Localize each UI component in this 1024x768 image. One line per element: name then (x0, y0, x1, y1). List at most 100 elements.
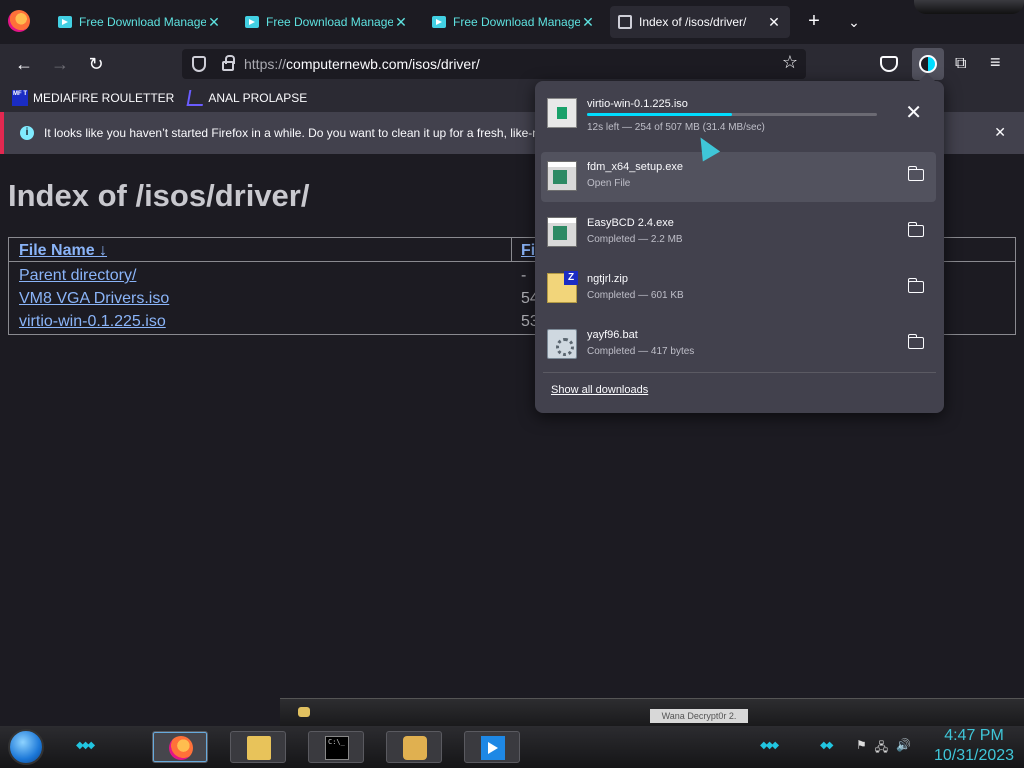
taskbar-cmd-button[interactable]: C:\_ (308, 731, 364, 763)
bookmark-star-icon[interactable]: ☆ (782, 52, 798, 73)
download-status: Open File (587, 178, 631, 189)
taskbar-app-button[interactable] (386, 731, 442, 763)
file-link[interactable]: virtio-win-0.1.225.iso (19, 313, 166, 331)
decor-chevron-icon: ◆◆◆ (760, 740, 779, 751)
download-item[interactable]: EasyBCD 2.4.exe Completed — 2.2 MB (541, 208, 936, 258)
download-status: Completed — 601 KB (587, 290, 684, 301)
fdm-icon (481, 736, 505, 760)
download-item[interactable]: fdm_x64_setup.exe Open File (541, 152, 936, 202)
list-all-tabs-button[interactable]: ⌄ (842, 10, 866, 34)
decor-chevron-icon: ◆◆ (820, 740, 833, 751)
system-tray: ⚑ 🖧 🔊 (856, 738, 911, 759)
tray-hand-icon[interactable] (298, 707, 310, 717)
tab-close-icon[interactable]: ✕ (580, 14, 596, 30)
fdm-favicon-icon (432, 16, 446, 28)
address-bar[interactable]: https://computernewb.com/isos/driver/ ☆ (182, 49, 806, 79)
firefox-logo-icon[interactable] (8, 10, 30, 32)
download-status: Completed — 417 bytes (587, 346, 695, 357)
iso-file-icon (547, 98, 577, 128)
download-file-name: yayf96.bat (587, 329, 638, 341)
action-center-flag-icon[interactable]: ⚑ (856, 738, 867, 759)
back-button[interactable]: ← (10, 50, 38, 78)
url-host-path: computernewb.com/isos/driver/ (286, 56, 480, 72)
download-item[interactable]: ngtjrl.zip Completed — 601 KB (541, 264, 936, 314)
taskbar: ◆◆◆ C:\_ ◆◆◆ ◆◆ ⚑ 🖧 🔊 4:47 PM 10/31/2023 (0, 726, 1024, 768)
taskbar-upper-strip: Wana Decrypt0r 2. (280, 698, 1024, 726)
bookmark-favicon-icon (186, 90, 206, 106)
network-icon[interactable]: 🖧 (875, 738, 888, 759)
notification-text: It looks like you haven’t started Firefo… (44, 126, 539, 140)
bat-file-icon (547, 329, 577, 359)
show-in-folder-icon[interactable] (907, 334, 924, 349)
navigation-toolbar: ← → ↻ https://computernewb.com/isos/driv… (0, 44, 1024, 84)
file-size: - (521, 267, 527, 284)
fdm-favicon-icon (245, 16, 259, 28)
tab-title: Index of /isos/driver/ (639, 15, 747, 29)
show-in-folder-icon[interactable] (907, 166, 924, 181)
tab-title: Free Download Manager (79, 15, 206, 29)
exe-file-icon (547, 161, 577, 191)
url-scheme: https:// (244, 56, 287, 72)
taskbar-tooltip: Wana Decrypt0r 2. (650, 709, 748, 723)
show-in-folder-icon[interactable] (907, 222, 924, 237)
sort-by-file-name-link[interactable]: File Name ↓ (19, 242, 107, 260)
tab-title: Free Download Manager (266, 15, 393, 29)
taskbar-fdm-button[interactable] (464, 731, 520, 763)
bookmark-label: MEDIAFIRE ROULETTER (33, 91, 175, 105)
parent-directory-link[interactable]: Parent directory/ (19, 267, 136, 285)
download-item-active[interactable]: virtio-win-0.1.225.iso 12s left — 254 of… (541, 89, 936, 139)
lock-icon[interactable] (222, 55, 235, 71)
tracking-protection-shield-icon[interactable] (192, 56, 206, 72)
pocket-icon[interactable] (880, 56, 898, 72)
extensions-icon[interactable]: ⧉ (955, 55, 973, 73)
system-clock[interactable]: 4:47 PM 10/31/2023 (932, 726, 1016, 766)
window-controls[interactable] (914, 0, 1024, 14)
taskbar-firefox-button[interactable] (152, 731, 208, 763)
fdm-favicon-icon (58, 16, 72, 28)
url-text[interactable]: https://computernewb.com/isos/driver/ (244, 56, 480, 72)
tab-free-download-manager-2[interactable]: Free Download Manager ✕ (237, 6, 417, 38)
start-button[interactable] (8, 729, 44, 765)
volume-icon[interactable]: 🔊 (896, 738, 911, 759)
notification-close-icon[interactable]: ✕ (994, 124, 1006, 141)
new-tab-button[interactable]: + (802, 10, 826, 34)
column-divider (511, 238, 512, 262)
download-status: Completed — 2.2 MB (587, 234, 683, 245)
clock-date: 10/31/2023 (933, 747, 1015, 764)
divider (543, 372, 936, 373)
tab-free-download-manager-1[interactable]: Free Download Manager ✕ (50, 6, 230, 38)
download-progress-icon (919, 55, 937, 73)
tab-close-icon[interactable]: ✕ (766, 14, 782, 30)
tab-free-download-manager-3[interactable]: Free Download Manager ✕ (424, 6, 604, 38)
file-link[interactable]: VM8 VGA Drivers.iso (19, 290, 169, 308)
show-all-downloads-link[interactable]: Show all downloads (551, 384, 648, 396)
taskbar-explorer-button[interactable] (230, 731, 286, 763)
cmd-icon: C:\_ (325, 736, 349, 760)
download-item[interactable]: yayf96.bat Completed — 417 bytes (541, 320, 936, 370)
cancel-download-icon[interactable]: ✕ (905, 103, 922, 123)
hamburger-menu-icon[interactable]: ≡ (990, 52, 1001, 73)
download-progress-bar (587, 113, 877, 116)
download-status: 12s left — 254 of 507 MB (31.4 MB/sec) (587, 122, 765, 133)
bookmark-mediafire-rouletter[interactable]: MF T MEDIAFIRE ROULETTER (12, 90, 174, 106)
download-progress-fill (587, 113, 732, 116)
reload-button[interactable]: ↻ (82, 50, 110, 78)
tab-strip: Free Download Manager ✕ Free Download Ma… (0, 0, 1024, 44)
download-file-name: fdm_x64_setup.exe (587, 161, 684, 173)
tab-close-icon[interactable]: ✕ (393, 14, 409, 30)
decor-chevron-icon: ◆◆◆ (76, 740, 95, 751)
bookmark-2[interactable]: ANAL PROLAPSE (186, 90, 308, 106)
tab-close-icon[interactable]: ✕ (206, 14, 222, 30)
forward-button[interactable]: → (46, 50, 74, 78)
download-file-name: ngtjrl.zip (587, 273, 628, 285)
sort-by-file-size-link[interactable]: Fi (521, 242, 535, 260)
tab-index-of-isos-driver[interactable]: Index of /isos/driver/ ✕ (610, 6, 790, 38)
clock-time: 4:47 PM (944, 727, 1004, 744)
mediafire-favicon-icon: MF T (12, 90, 28, 106)
page-favicon-icon (618, 15, 632, 29)
download-file-name: EasyBCD 2.4.exe (587, 217, 674, 229)
show-in-folder-icon[interactable] (907, 278, 924, 293)
bookmark-label: ANAL PROLAPSE (208, 91, 308, 105)
page-title: Index of /isos/driver/ (8, 178, 310, 213)
download-file-name: virtio-win-0.1.225.iso (587, 98, 688, 110)
